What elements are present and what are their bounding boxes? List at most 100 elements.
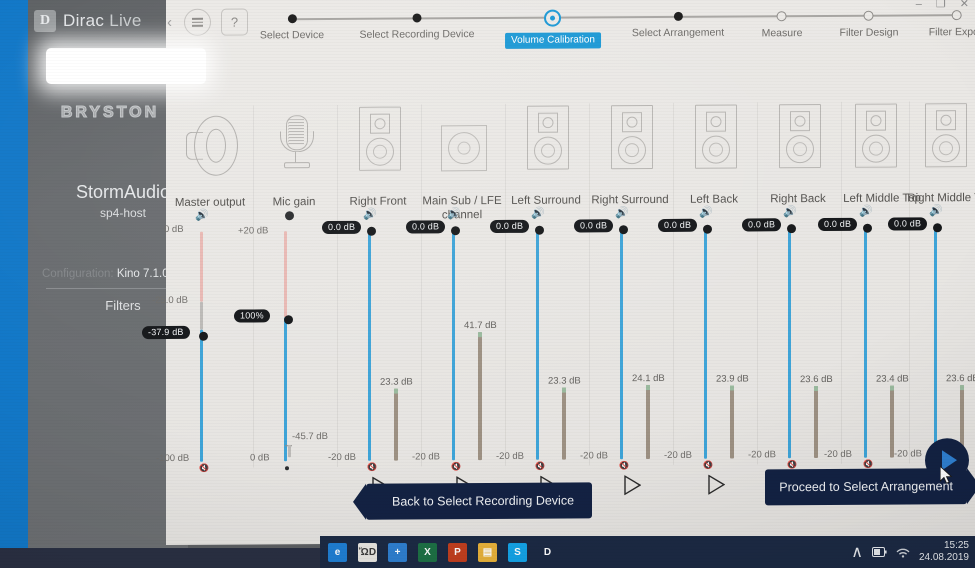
maximize-button[interactable]: ❐: [936, 0, 946, 10]
slider-track-active[interactable]: [284, 317, 287, 462]
slider-handle[interactable]: [451, 226, 460, 236]
speaker-wave-icon: 🔊: [783, 206, 797, 219]
slider-bottom-label: -20 dB: [328, 451, 356, 464]
slider-handle[interactable]: [284, 315, 293, 325]
help-button[interactable]: ?: [221, 8, 248, 36]
stepper-step-volume-calibration[interactable]: Volume Calibration: [505, 7, 601, 49]
slider-handle[interactable]: [863, 223, 872, 233]
channel-slider[interactable]: 0.0 dB🔊 -20 dB 🔇 23.6 dB: [742, 206, 838, 476]
wifi-icon[interactable]: [896, 547, 910, 558]
slider-handle[interactable]: [367, 226, 376, 236]
bryston-logo: BRYSTON: [60, 104, 160, 122]
slider-track-active[interactable]: [200, 329, 203, 462]
clock-time: 15:25: [943, 540, 969, 551]
channel-slider[interactable]: +20 dB 100% -45.7 dB 0 dB: [234, 211, 334, 479]
channel-slider[interactable]: 0.0 dB 🔊 -20 dB 🔇 41.7 dB: [406, 208, 502, 478]
level-meter-label: 23.9 dB: [716, 373, 749, 385]
mute-icon[interactable]: 🔇: [199, 464, 209, 473]
slider-track-active[interactable]: [620, 229, 623, 460]
mic-indicator-dot: [285, 211, 294, 221]
slider-track-active[interactable]: [934, 227, 937, 458]
channel-slider[interactable]: 0.0 dB 🔊 -20 dB 🔇 23.9 dB: [658, 207, 754, 476]
mute-icon[interactable]: 🔇: [619, 461, 629, 470]
slider-value-badge[interactable]: 100%: [234, 309, 270, 323]
channel-slider[interactable]: 0.0 dB 🔊 -20 dB 🔇 24.1 dB: [574, 207, 670, 477]
stepper-step-select-device[interactable]: Select Device: [260, 9, 324, 41]
slider-handle[interactable]: [535, 225, 544, 235]
system-tray: ∧ 15:25 24.08.2019: [851, 536, 969, 568]
brand-name-light: Live: [109, 11, 142, 30]
stepper-step-measure[interactable]: Measure: [762, 6, 802, 39]
slider-track-mid[interactable]: [200, 301, 203, 330]
slider-track-active[interactable]: [536, 229, 539, 460]
speaker-wave-icon: 🔊: [363, 208, 377, 221]
mute-icon[interactable]: 🔇: [863, 460, 873, 469]
mute-icon[interactable]: 🔇: [787, 460, 797, 469]
slider-track-upper[interactable]: [284, 231, 287, 318]
slider-track-active[interactable]: [788, 228, 791, 459]
slider-track-upper[interactable]: [200, 231, 203, 302]
slider-handle[interactable]: [933, 223, 942, 233]
channel-icon: [527, 105, 569, 170]
slider-value-badge[interactable]: 0.0 dB: [574, 219, 614, 233]
channel-slider[interactable]: 0.0 dB 🔊 -20 dB 🔇 23.3 dB: [322, 209, 418, 478]
battery-icon[interactable]: [871, 547, 887, 557]
powerpoint-icon[interactable]: P: [448, 542, 467, 562]
slider-value-badge[interactable]: 0.0 dB: [322, 220, 362, 235]
windows-taskbar: e ὬD + X P ▤ S D ∧ 15:25 24.08.2019: [320, 536, 975, 568]
play-test-tone-button[interactable]: [707, 474, 725, 495]
skype-icon[interactable]: S: [508, 542, 527, 562]
back-to-select-recording-device-button[interactable]: Back to Select Recording Device: [366, 482, 593, 520]
menu-button[interactable]: [184, 8, 211, 36]
play-test-tone-button[interactable]: [623, 475, 641, 496]
mute-icon[interactable]: 🔇: [451, 462, 461, 471]
slider-value-badge[interactable]: 0.0 dB: [490, 219, 530, 234]
slider-value-badge[interactable]: 0.0 dB: [888, 217, 928, 231]
close-button[interactable]: ✕: [960, 0, 969, 10]
channel-icon: [359, 106, 401, 171]
slider-value-badge[interactable]: 0.0 dB: [406, 220, 446, 234]
store-icon[interactable]: ὬD: [358, 542, 377, 562]
slider-bottom-label: -100 dB: [156, 452, 190, 465]
stepper-step-select-arrangement[interactable]: Select Arrangement: [632, 7, 724, 39]
slider-mid-label: -45.7 dB: [292, 431, 328, 443]
slider-handle[interactable]: [787, 224, 796, 234]
stepper-dot: [864, 10, 874, 21]
slider-bottom-label: -20 dB: [894, 448, 922, 460]
stepper-dot: [951, 9, 962, 20]
slider-track-active[interactable]: [368, 230, 371, 461]
health-icon[interactable]: +: [388, 542, 407, 562]
edge-icon[interactable]: e: [328, 542, 347, 562]
stepper-step-select-recording-device[interactable]: Select Recording Device: [360, 8, 474, 40]
dirac-icon[interactable]: D: [538, 542, 557, 562]
slider-track-active[interactable]: [452, 230, 455, 461]
channel-slider[interactable]: 0.0 dB 🔊 -20 dB 🔇 23.3 dB: [490, 208, 586, 477]
slider-value-badge[interactable]: 0.0 dB: [658, 218, 698, 232]
slider-handle[interactable]: [703, 224, 712, 234]
slider-track-active[interactable]: [704, 228, 707, 459]
speaker-wave-icon: 🔊: [929, 205, 943, 218]
slider-value-badge[interactable]: -37.9 dB: [142, 325, 190, 340]
slider-handle[interactable]: [619, 225, 628, 235]
channel-strip: Mic gain +20 dB 100% -45.7 dB 0 dB: [234, 104, 338, 518]
stepper-step-filter-design[interactable]: Filter Design: [840, 6, 898, 39]
channel-strip: Left Surround 0.0 dB 🔊 -20 dB 🔇 23.3 dB: [490, 103, 590, 516]
taskbar-clock[interactable]: 15:25 24.08.2019: [919, 540, 969, 564]
file-explorer-icon[interactable]: ▤: [478, 542, 497, 562]
back-chevron-icon[interactable]: ‹: [167, 14, 172, 31]
minimize-button[interactable]: –: [916, 0, 922, 10]
slider-value-badge[interactable]: 0.0 dB: [818, 217, 858, 232]
mute-icon[interactable]: 🔇: [703, 461, 713, 470]
channel-slider[interactable]: 0 dB -25.0 dB -37.9 dB -100 dB 🔇 🔊: [142, 210, 250, 479]
slider-handle[interactable]: [199, 331, 208, 341]
excel-icon[interactable]: X: [418, 542, 437, 562]
level-meter-label: 23.3 dB: [380, 376, 413, 389]
slider-track-active[interactable]: [864, 227, 867, 458]
mute-icon[interactable]: 🔇: [367, 463, 377, 472]
mute-icon[interactable]: 🔇: [535, 462, 545, 471]
slider-value-badge[interactable]: 0.0 dB: [742, 218, 782, 232]
channel-icon: [855, 103, 897, 168]
level-meter: [478, 332, 482, 461]
tray-chevron-icon[interactable]: ∧: [851, 542, 863, 562]
slider-bottom-label: -20 dB: [496, 450, 524, 462]
